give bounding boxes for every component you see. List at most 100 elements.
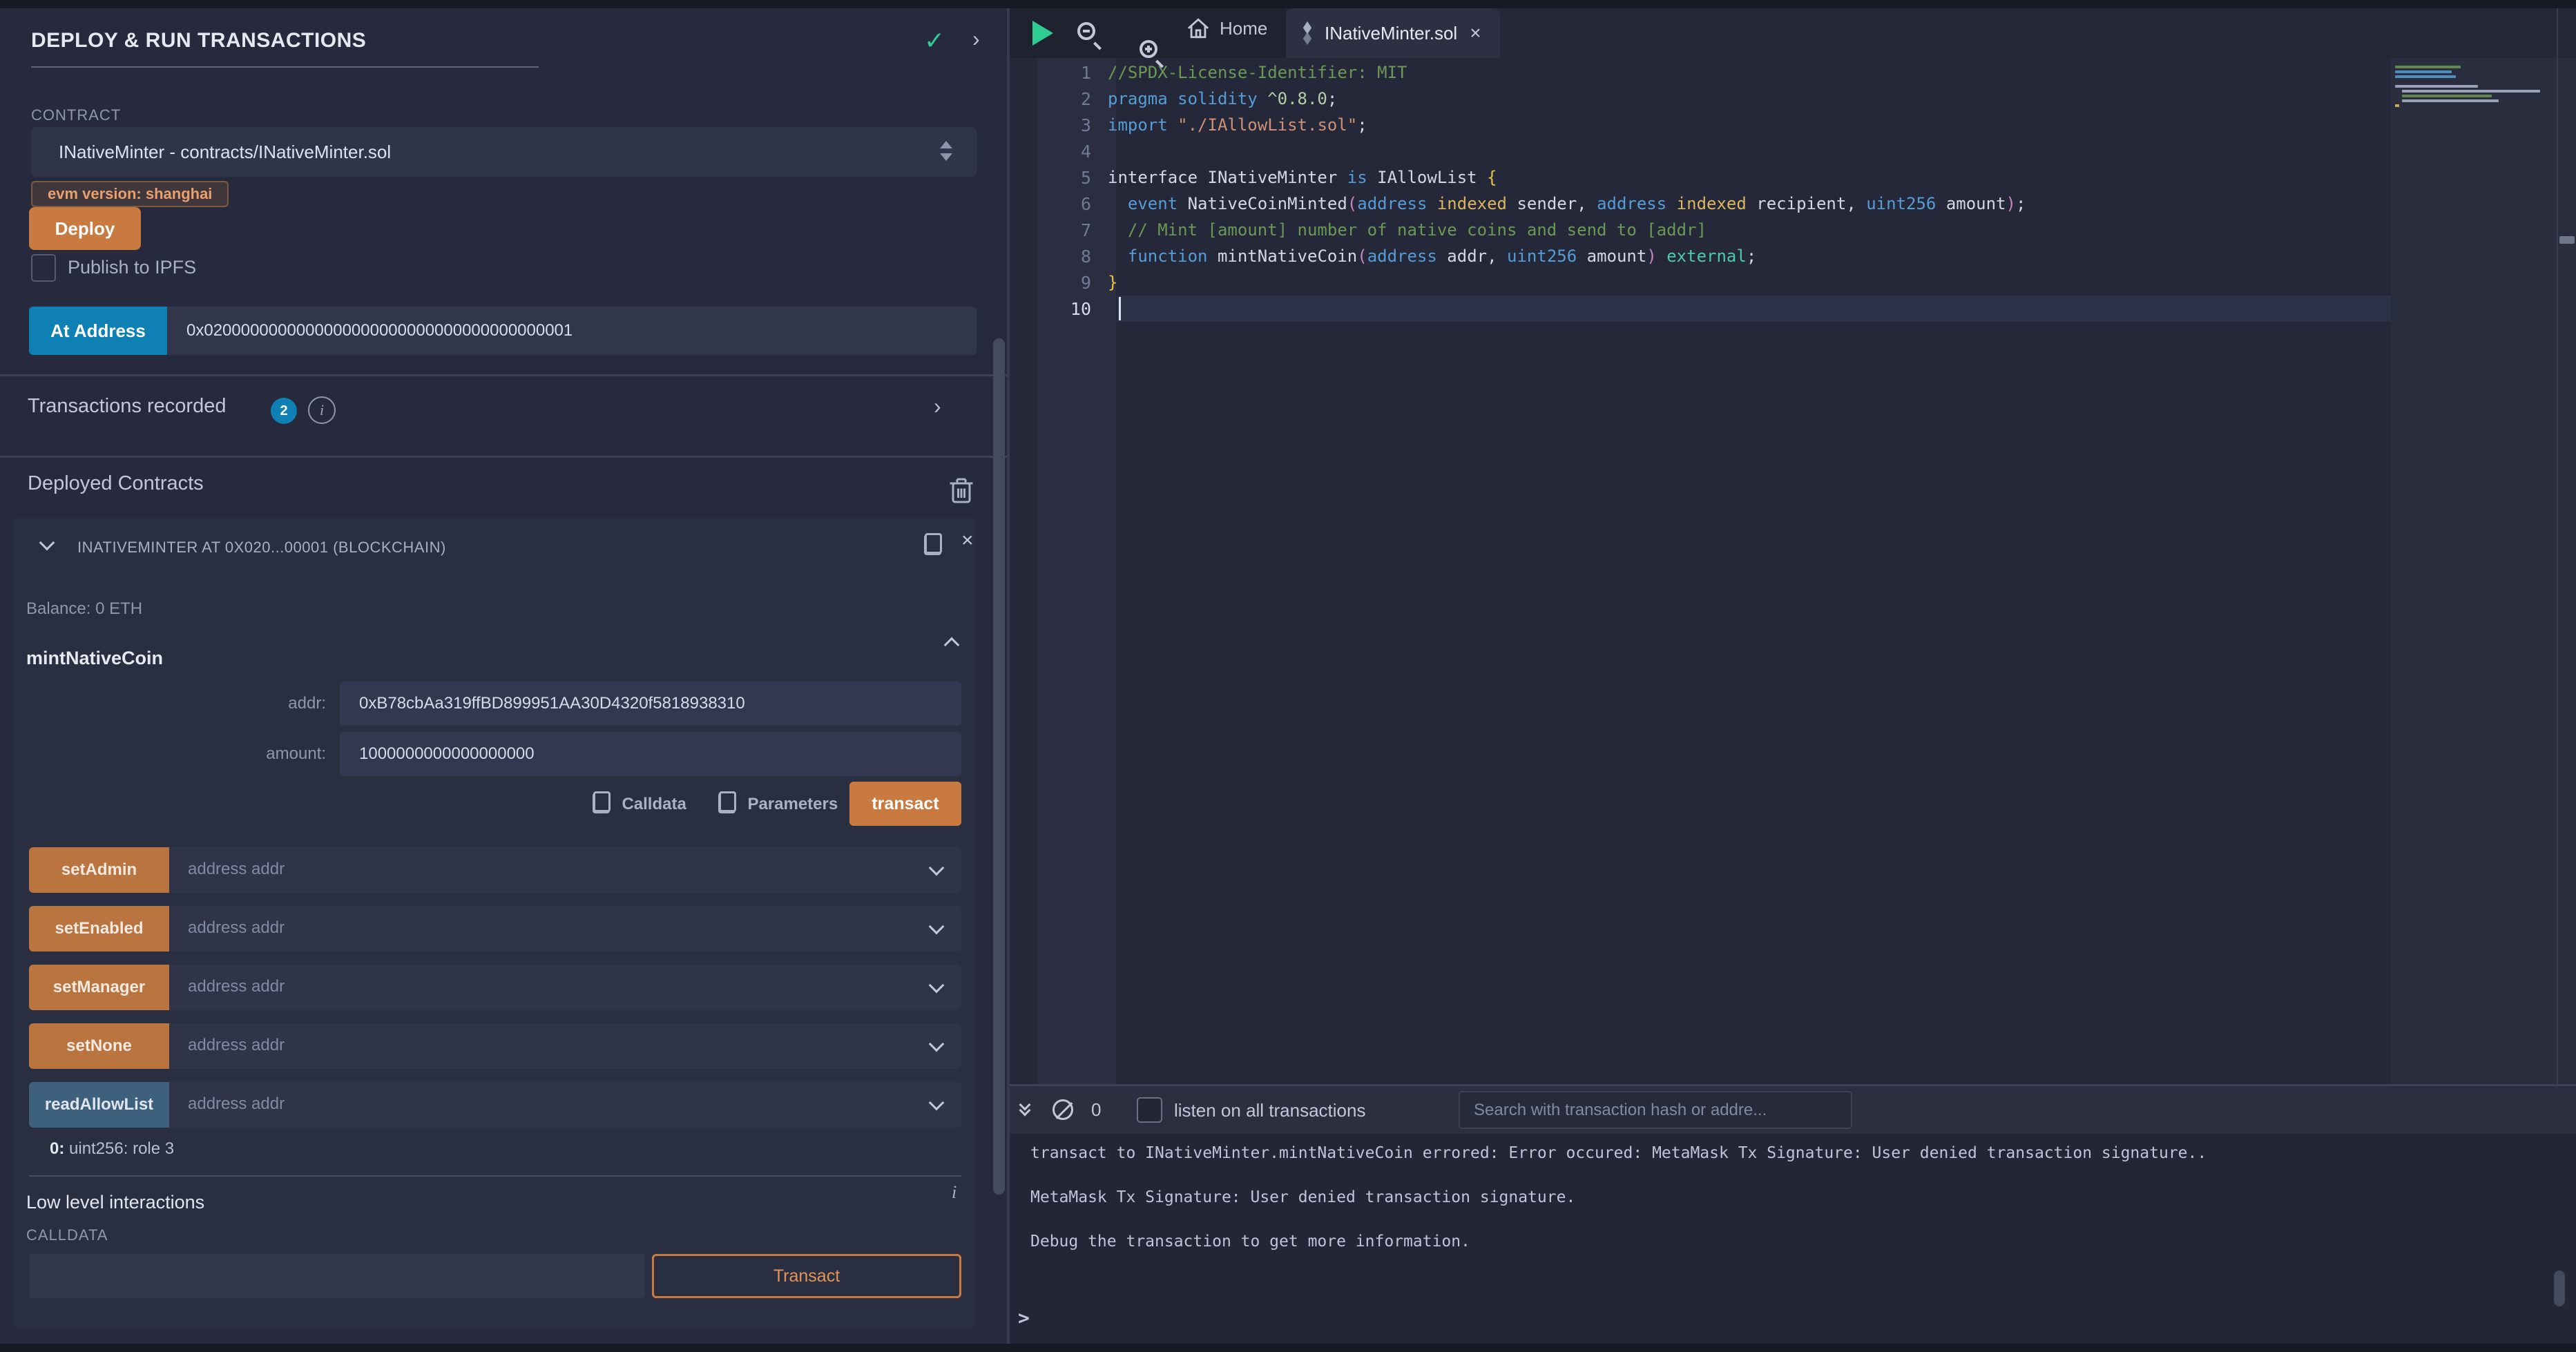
at-address-input[interactable]: 0x02000000000000000000000000000000000000…: [186, 307, 573, 355]
tab-home[interactable]: Home: [1186, 17, 1267, 40]
contract-select-value: INativeMinter - contracts/INativeMinter.…: [59, 142, 391, 163]
line-number: 6: [1010, 194, 1104, 214]
close-icon[interactable]: ×: [961, 529, 974, 552]
setAdmin-input[interactable]: address addr: [188, 860, 285, 879]
code-line-5[interactable]: 5interface INativeMinter is IAllowList {: [1010, 164, 2391, 191]
terminal-scrollbar[interactable]: [2554, 1271, 2565, 1306]
low-level-transact-button[interactable]: Transact: [652, 1254, 961, 1298]
setManager-input[interactable]: address addr: [188, 977, 285, 996]
overview-ruler-divider: [2557, 8, 2558, 1084]
expand-chevron-icon[interactable]: [931, 1097, 942, 1112]
terminal-log-line: transact to INativeMinter.mintNativeCoin…: [1030, 1143, 2207, 1163]
overview-ruler-cursor-marker: [2559, 236, 2575, 244]
evm-version-badge: evm version: shanghai: [31, 181, 229, 207]
trash-icon[interactable]: [949, 475, 974, 504]
function-row-readAllowList: readAllowList address addr: [29, 1082, 961, 1128]
code-line-10[interactable]: 10: [1010, 296, 2391, 322]
zoom-out-icon[interactable]: [1077, 22, 1095, 40]
title-underline: [31, 66, 539, 68]
copy-calldata-button[interactable]: Calldata: [593, 791, 686, 817]
contract-select[interactable]: INativeMinter - contracts/INativeMinter.…: [31, 127, 977, 177]
terminal-search-input[interactable]: Search with transaction hash or addre...: [1459, 1091, 1852, 1129]
run-script-icon[interactable]: [1032, 21, 1053, 46]
minimap-line: [2395, 85, 2478, 88]
line-number: 3: [1010, 115, 1104, 135]
line-number: 8: [1010, 247, 1104, 267]
setManager-button[interactable]: setManager: [29, 965, 169, 1010]
line-number: 2: [1010, 89, 1104, 109]
code-line-9[interactable]: 9}: [1010, 269, 2391, 296]
line-content: event NativeCoinMinted(address indexed s…: [1104, 194, 2026, 213]
info-icon: i: [308, 396, 336, 424]
line-number: 9: [1010, 273, 1104, 293]
transact-button[interactable]: transact: [849, 782, 961, 826]
chevron-up-icon[interactable]: [946, 639, 957, 654]
output-index: 0:: [50, 1139, 64, 1158]
code-line-2[interactable]: 2pragma solidity ^0.8.0;: [1010, 86, 2391, 112]
publish-ipfs-label: Publish to IPFS: [68, 257, 196, 278]
setNone-input[interactable]: address addr: [188, 1036, 285, 1055]
line-number: 1: [1010, 63, 1104, 83]
terminal-prompt: >: [1018, 1306, 1030, 1329]
instance-title: INATIVEMINTER AT 0X020...00001 (BLOCKCHA…: [77, 539, 446, 557]
expand-chevron-icon[interactable]: [931, 921, 942, 936]
close-tab-icon[interactable]: ×: [1470, 22, 1481, 44]
function-output: 0: uint256: role 3: [50, 1139, 174, 1159]
amount-input[interactable]: 1000000000000000000: [340, 732, 961, 776]
editor-minimap[interactable]: [2395, 66, 2554, 109]
copy-parameters-button[interactable]: Parameters: [718, 791, 838, 817]
function-name: mintNativeCoin: [26, 648, 163, 669]
solidity-icon: [1300, 21, 1315, 45]
collapse-terminal-icon[interactable]: [1021, 1101, 1029, 1112]
code-line-7[interactable]: 7 // Mint [amount] number of native coin…: [1010, 217, 2391, 243]
collapse-chevron-icon[interactable]: [41, 537, 52, 552]
readAllowList-input[interactable]: address addr: [188, 1094, 285, 1114]
setNone-button[interactable]: setNone: [29, 1023, 169, 1069]
listen-transactions-checkbox[interactable]: [1137, 1097, 1162, 1123]
window-top-strip: [0, 0, 2576, 8]
chevron-right-icon[interactable]: ›: [934, 394, 941, 419]
chevron-right-icon[interactable]: ›: [972, 26, 980, 52]
expand-chevron-icon[interactable]: [931, 1039, 942, 1053]
at-address-row: At Address 0x020000000000000000000000000…: [29, 307, 977, 355]
code-line-8[interactable]: 8 function mintNativeCoin(address addr, …: [1010, 243, 2391, 269]
divider: [0, 374, 1007, 376]
terminal-body[interactable]: transact to INativeMinter.mintNativeCoin…: [1010, 1134, 2576, 1344]
minimap-line: [2402, 99, 2499, 102]
code-line-1[interactable]: 1//SPDX-License-Identifier: MIT: [1010, 59, 2391, 86]
clear-console-icon[interactable]: [1052, 1099, 1073, 1120]
code-line-6[interactable]: 6 event NativeCoinMinted(address indexed…: [1010, 191, 2391, 217]
addr-input[interactable]: 0xB78cbAa319ffBD899951AA30D4320f58189383…: [340, 682, 961, 726]
calldata-input[interactable]: [29, 1254, 645, 1298]
tab-inativeminter[interactable]: INativeMinter.sol ×: [1286, 8, 1500, 58]
deploy-button[interactable]: Deploy: [29, 207, 141, 250]
setAdmin-button[interactable]: setAdmin: [29, 847, 169, 893]
minimap-line: [2402, 90, 2540, 93]
terminal-search-placeholder: Search with transaction hash or addre...: [1474, 1101, 1767, 1120]
minimap-line: [2395, 66, 2461, 68]
copy-icon[interactable]: [924, 533, 942, 555]
code-line-4[interactable]: 4: [1010, 138, 2391, 164]
expand-chevron-icon[interactable]: [931, 980, 942, 994]
line-number: 4: [1010, 142, 1104, 162]
terminal-log-line: MetaMask Tx Signature: User denied trans…: [1030, 1188, 2207, 1207]
panel-scrollbar[interactable]: [993, 338, 1005, 1195]
code-line-3[interactable]: 3import "./IAllowList.sol";: [1010, 112, 2391, 138]
copy-icon: [593, 791, 611, 813]
line-content: function mintNativeCoin(address addr, ui…: [1104, 247, 1756, 266]
setEnabled-button[interactable]: setEnabled: [29, 906, 169, 952]
publish-ipfs-checkbox[interactable]: [31, 254, 56, 282]
low-level-title: Low level interactions: [26, 1192, 204, 1213]
zoom-in-icon[interactable]: [1140, 40, 1157, 58]
readAllowList-button[interactable]: readAllowList: [29, 1082, 169, 1128]
function-row-setEnabled: setEnabled address addr: [29, 906, 961, 952]
setEnabled-input[interactable]: address addr: [188, 918, 285, 938]
expand-chevron-icon[interactable]: [931, 862, 942, 877]
home-tab-label: Home: [1220, 18, 1267, 39]
calldata-section-label: CALLDATA: [26, 1226, 108, 1244]
copy-icon: [718, 791, 736, 813]
line-number: 10: [1010, 299, 1104, 319]
home-icon: [1186, 17, 1210, 40]
code-editor[interactable]: 1//SPDX-License-Identifier: MIT2pragma s…: [1010, 59, 2391, 322]
at-address-button[interactable]: At Address: [29, 307, 167, 355]
